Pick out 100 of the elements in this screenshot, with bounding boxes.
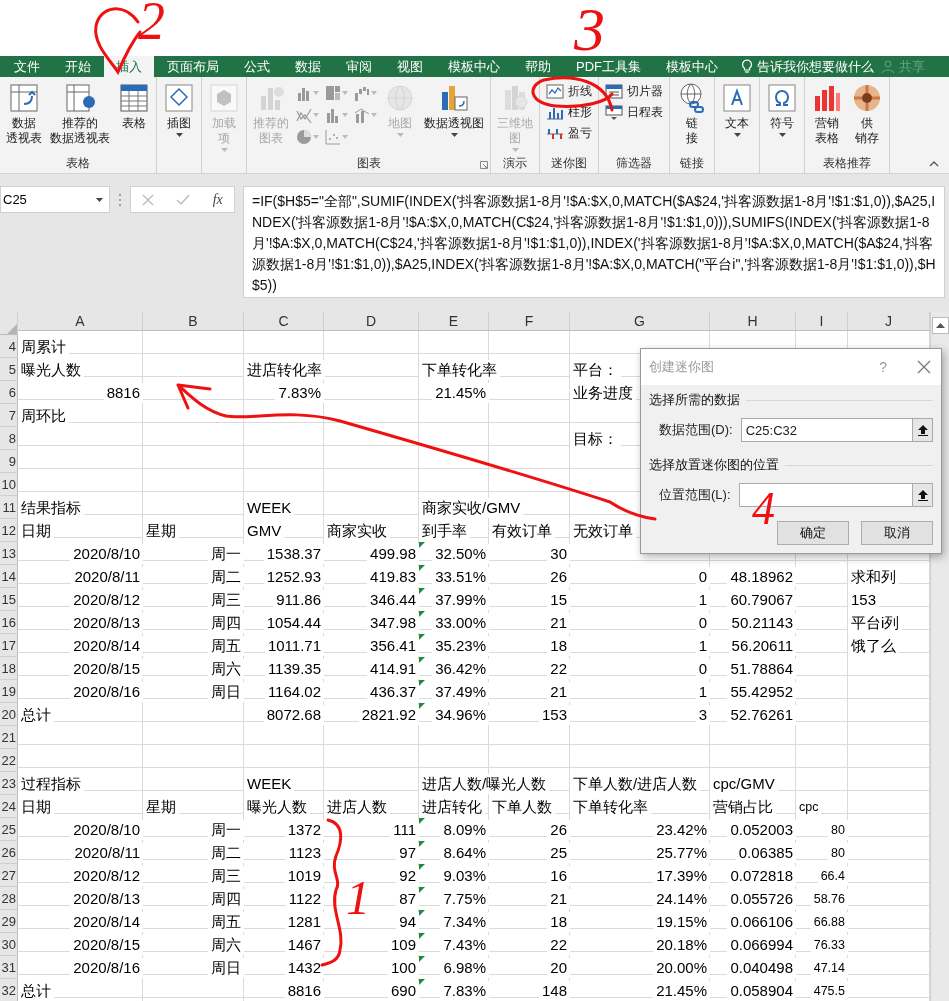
table-cell: 92 — [396, 865, 419, 886]
row-header[interactable]: 5 — [0, 358, 18, 381]
table-cell: 2020/8/14 — [70, 635, 143, 656]
row-header[interactable]: 25 — [0, 818, 18, 841]
column-chart-icon — [296, 85, 312, 101]
ribbon-tab[interactable]: 帮助 — [513, 56, 563, 77]
lightbulb-icon — [741, 59, 753, 74]
row-header[interactable]: 20 — [0, 703, 18, 726]
column-header[interactable]: D — [324, 312, 419, 331]
table-cell: 过程指标 — [18, 773, 84, 794]
row-header[interactable]: 19 — [0, 680, 18, 703]
text-box-icon — [721, 82, 753, 114]
row-header[interactable]: 24 — [0, 795, 18, 818]
row-header[interactable]: 29 — [0, 910, 18, 933]
caret-icon — [450, 133, 458, 137]
table-cell: 1467 — [284, 934, 324, 955]
ribbon-tab[interactable]: 审阅 — [334, 56, 384, 77]
ribbon-tab[interactable]: 开始 — [53, 56, 103, 77]
row-header[interactable]: 9 — [0, 450, 18, 473]
column-header[interactable]: F — [489, 312, 570, 331]
ribbon-button[interactable]: 盈亏 — [543, 124, 595, 143]
row-header[interactable]: 11 — [0, 496, 18, 519]
row-header[interactable]: 32 — [0, 979, 18, 1001]
ok-button[interactable]: 确定 — [777, 521, 849, 545]
row-header[interactable]: 12 — [0, 519, 18, 542]
table-cell: 周三 — [208, 589, 244, 610]
column-header[interactable]: A — [18, 312, 143, 331]
ribbon-button[interactable]: 文本 — [718, 82, 756, 137]
row-header[interactable]: 6 — [0, 381, 18, 404]
table-cell: 19.15% — [653, 911, 710, 932]
table-cell: 2020/8/11 — [71, 842, 143, 863]
table-cell: 1 — [695, 589, 710, 610]
ribbon-button[interactable]: 日程表 — [602, 103, 666, 122]
ribbon-button[interactable]: 插图 — [160, 82, 198, 137]
ribbon-tab[interactable]: 公式 — [232, 56, 282, 77]
table-cell: 2020/8/16 — [70, 957, 143, 978]
name-box[interactable]: C25 — [0, 186, 110, 213]
close-button[interactable] — [917, 360, 931, 374]
row-header[interactable]: 31 — [0, 956, 18, 979]
cancel-button[interactable]: 取消 — [861, 521, 933, 545]
row-header[interactable]: 26 — [0, 841, 18, 864]
column-header[interactable]: J — [848, 312, 930, 331]
treemap-icon — [325, 85, 341, 101]
ribbon-tab[interactable]: 模板中心 — [654, 56, 730, 77]
ribbon-tab[interactable]: 文件 — [2, 56, 52, 77]
ribbon-button[interactable]: 数据透视图 — [421, 82, 487, 137]
group-label: 表格推荐 — [823, 156, 871, 170]
cancel-icon — [142, 193, 155, 206]
ribbon-tab[interactable]: 数据 — [283, 56, 333, 77]
ribbon-tab[interactable]: 页面布局 — [155, 56, 231, 77]
badge-icon — [851, 82, 883, 114]
insert-function-button[interactable]: fx — [212, 191, 223, 208]
range-field[interactable]: C25:C32 — [740, 418, 933, 442]
ribbon-button[interactable]: 表格 — [115, 82, 153, 131]
ribbon-button[interactable]: 折线 — [543, 82, 595, 101]
row-header[interactable]: 13 — [0, 542, 18, 565]
ribbon-button[interactable]: 数据 透视表 — [3, 82, 45, 146]
row-header[interactable]: 4 — [0, 335, 18, 358]
row-header[interactable]: 8 — [0, 427, 18, 450]
column-header[interactable]: E — [419, 312, 489, 331]
group-label: 图表 — [356, 156, 381, 170]
column-header[interactable]: H — [710, 312, 796, 331]
row-header[interactable]: 30 — [0, 933, 18, 956]
caret-icon — [220, 148, 228, 152]
ribbon-tab[interactable]: 模板中心 — [436, 56, 512, 77]
table-cell: 2020/8/15 — [70, 658, 143, 679]
row-header[interactable]: 23 — [0, 772, 18, 795]
table-cell: 1 — [695, 635, 710, 656]
ribbon-button[interactable]: 链 接 — [673, 82, 711, 146]
row-header[interactable]: 22 — [0, 749, 18, 772]
check-icon — [176, 193, 191, 206]
column-header[interactable]: I — [796, 312, 848, 331]
column-header[interactable]: G — [570, 312, 710, 331]
row-header[interactable]: 10 — [0, 473, 18, 496]
ribbon-button[interactable]: 推荐的 数据透视表 — [47, 82, 113, 146]
column-header[interactable]: B — [143, 312, 244, 331]
row-header[interactable]: 15 — [0, 588, 18, 611]
search-prompt[interactable]: 告诉我你想要做什么 — [757, 57, 874, 76]
row-header[interactable]: 28 — [0, 887, 18, 910]
table-cell: 2020/8/14 — [70, 911, 143, 932]
ribbon-tab[interactable]: 视图 — [385, 56, 435, 77]
table-cell: 总计 — [18, 704, 54, 725]
formula-field[interactable]: =IF($H$5="全部",SUMIF(INDEX('抖客源数据1-8月'!$A:$X,0,MATCH($A$24,'抖客源数据1-8月'!$1:$1,0)),$A25,INDEX('抖客源数据1-8月'!$A:$X,0,MATCH(C$24,'抖客源数据1-8月'!$1:$1,0))),SUMIFS(INDEX('抖客源数据1-8月'!$A:$X,0,MATCH(C$24,'抖客源数据1-8月'!$1:$1,0)),INDEX('抖客源数据1-8月'!$A:$X,0,MATCH($A$24,'抖客源数据1-8月'!$1:$1,0)),$A25,INDEX('抖客源数据1-8月'!$A:$X,0,MATCH("平台i",'抖客源数据1-8月'!$1:$1,0)),$H$5)) — [243, 186, 945, 298]
row-header[interactable]: 21 — [0, 726, 18, 749]
row-header[interactable]: 7 — [0, 404, 18, 427]
table-cell: 47.14 — [810, 957, 848, 978]
table-cell: 26 — [547, 566, 570, 587]
ribbon-button[interactable]: 供 销存 — [848, 82, 886, 146]
row-header[interactable]: 18 — [0, 657, 18, 680]
table-cell: 1123 — [285, 842, 324, 863]
ribbon-button[interactable]: 营销 表格 — [808, 82, 846, 146]
row-header[interactable]: 17 — [0, 634, 18, 657]
caret-icon — [511, 148, 519, 152]
column-header[interactable]: C — [244, 312, 324, 331]
ribbon-button[interactable]: 符号 — [763, 82, 801, 137]
row-header[interactable]: 14 — [0, 565, 18, 588]
ribbon-button[interactable]: 柱形 — [543, 103, 595, 122]
row-header[interactable]: 16 — [0, 611, 18, 634]
row-header[interactable]: 27 — [0, 864, 18, 887]
ribbon-button[interactable]: 切片器 — [602, 82, 666, 101]
